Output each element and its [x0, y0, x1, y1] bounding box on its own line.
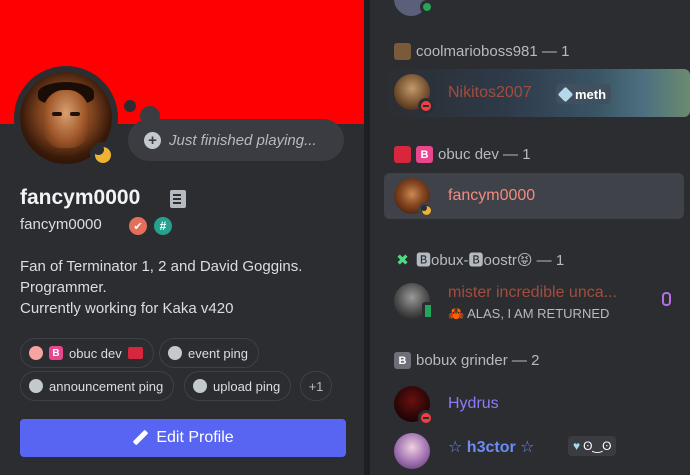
idle-status-icon — [418, 202, 434, 218]
custom-status-bubble[interactable]: + Just finished playing... — [128, 119, 344, 161]
group-header: ✖ 🅱obux-🅱oostr😝 — 1 — [394, 249, 564, 270]
member-name: ☆ h3ctor ☆ — [448, 439, 535, 456]
idle-status-icon — [90, 142, 116, 168]
online-status-icon — [420, 0, 434, 14]
member-name: Nikitos2007 — [448, 84, 532, 101]
heart-icon: ♥ — [573, 439, 581, 453]
plus-icon: + — [144, 131, 161, 149]
b-icon: B — [49, 346, 63, 360]
username: fancym0000 — [20, 216, 102, 233]
role-color-dot — [193, 379, 207, 393]
bio-line: Programmer. — [20, 279, 107, 296]
b-icon: B — [416, 146, 433, 163]
group-icon — [394, 43, 411, 60]
role-color-dot — [29, 346, 43, 360]
role-label: upload ping — [213, 378, 281, 394]
member-item[interactable]: Hydrus — [384, 381, 690, 427]
guild-tag-label: meth — [575, 86, 607, 102]
group-header-label: 🅱obux-🅱oostr😝 — 1 — [416, 252, 565, 269]
role-color-dot — [29, 379, 43, 393]
group-header: coolmarioboss981 — 1 — [394, 43, 569, 60]
display-name: fancym0000 — [20, 186, 141, 209]
group-icon — [394, 146, 411, 163]
member-avatar — [394, 433, 430, 469]
role-label: event ping — [188, 345, 248, 361]
member-item[interactable]: mister incredible unca... 🦀 ALAS, I AM R… — [384, 278, 690, 324]
mobile-status-icon — [422, 302, 434, 320]
member-name: mister incredible unca... — [448, 284, 617, 301]
profile-card: + Just finished playing... fancym0000 fa… — [0, 0, 364, 475]
bio-line: Currently working for Kaka v420 — [20, 300, 234, 317]
role-announcement-ping[interactable]: announcement ping — [20, 371, 175, 401]
member-status-text: 🦀 ALAS, I AM RETURNED — [448, 306, 610, 321]
group-header-label: coolmarioboss981 — 1 — [416, 43, 570, 60]
profile-bio: Fan of Terminator 1, 2 and David Goggins… — [20, 256, 302, 319]
member-item[interactable]: Nikitos2007 meth — [384, 69, 690, 117]
role-upload-ping[interactable]: upload ping — [184, 371, 292, 401]
group-header-label: bobux grinder — 2 — [416, 352, 540, 369]
more-roles-button[interactable]: +1 — [300, 371, 332, 401]
group-header: B bobux grinder — 2 — [394, 352, 539, 369]
role-label: announcement ping — [49, 378, 164, 394]
role-label: obuc dev — [69, 345, 122, 361]
thought-bubble-dot — [124, 100, 136, 112]
cross-icon: ✖ — [396, 251, 409, 269]
member-name: Hydrus — [448, 395, 499, 412]
guild-tag-label: ʘ‿ʘ — [583, 439, 612, 453]
group-header: B obuc dev — 1 — [394, 146, 531, 163]
role-emoji-icon — [127, 347, 143, 359]
dnd-status-icon — [418, 98, 434, 114]
boost-gem-icon — [662, 292, 671, 306]
custom-status-text: Just finished playing... — [169, 131, 317, 149]
role-obuc-dev[interactable]: B obuc dev — [20, 338, 154, 368]
bio-line: Fan of Terminator 1, 2 and David Goggins… — [20, 258, 303, 275]
role-color-dot — [168, 346, 182, 360]
b-icon: B — [394, 352, 411, 369]
role-event-ping[interactable]: event ping — [159, 338, 259, 368]
verified-badge-icon[interactable]: ✔ — [129, 217, 147, 235]
note-icon[interactable] — [170, 190, 186, 208]
hashtag-badge-icon[interactable]: # — [154, 217, 172, 235]
member-item[interactable]: ☆ h3ctor ☆ ♥ ʘ‿ʘ — [384, 428, 690, 474]
member-list: coolmarioboss981 — 1 Nikitos2007 meth B … — [370, 0, 690, 475]
member-item-selected[interactable]: fancym0000 — [384, 173, 684, 219]
app-root: + Just finished playing... fancym0000 fa… — [0, 0, 690, 475]
profile-avatar[interactable] — [14, 66, 118, 170]
pencil-icon — [132, 430, 148, 446]
diamond-icon — [557, 86, 574, 102]
member-name: fancym0000 — [448, 187, 536, 204]
dnd-status-icon — [418, 410, 434, 426]
guild-tag[interactable]: meth — [556, 84, 612, 104]
guild-tag[interactable]: ♥ ʘ‿ʘ — [568, 436, 617, 456]
group-header-label: obuc dev — 1 — [438, 146, 531, 163]
edit-profile-label: Edit Profile — [156, 429, 234, 446]
edit-profile-button[interactable]: Edit Profile — [20, 419, 346, 457]
